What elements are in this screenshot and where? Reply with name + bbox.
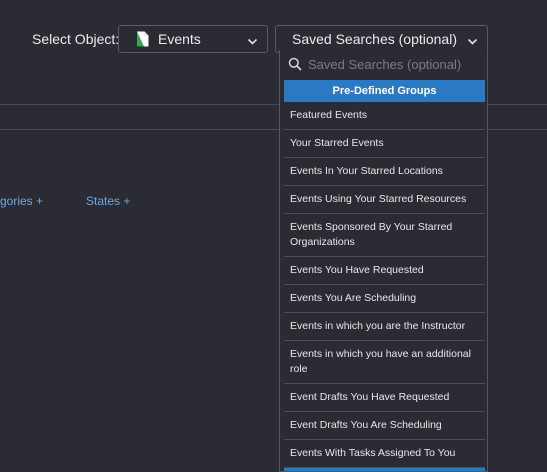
list-item[interactable]: Events Sponsored By Your Starred Organiz… xyxy=(284,214,485,257)
states-filter-link[interactable]: States + xyxy=(86,194,130,208)
list-item[interactable]: Events You Have Requested xyxy=(284,257,485,285)
group-header: Pre-Defined Groups xyxy=(284,80,485,102)
list-item[interactable]: Featured Events xyxy=(284,102,485,130)
list-item[interactable]: Your Starred Events xyxy=(284,130,485,158)
list-item[interactable]: Events With Tasks Assigned To You xyxy=(284,440,485,468)
list-item[interactable]: Event Drafts You Have Requested xyxy=(284,384,485,412)
dropdown-list: Featured Events Your Starred Events Even… xyxy=(284,102,485,471)
saved-searches-dropdown: Pre-Defined Groups Featured Events Your … xyxy=(279,50,488,472)
divider xyxy=(0,129,280,130)
saved-searches-value: Saved Searches (optional) xyxy=(292,31,457,47)
list-item[interactable]: Events In Your Starred Locations xyxy=(284,158,485,186)
list-item[interactable]: Events You Are Scheduling xyxy=(284,285,485,313)
saved-searches-select[interactable]: Saved Searches (optional) xyxy=(275,25,488,53)
list-item[interactable]: Event Drafts You Are Scheduling xyxy=(284,412,485,440)
select-object-label: Select Object: xyxy=(32,31,120,47)
saved-search-input[interactable] xyxy=(308,56,478,72)
divider xyxy=(0,104,280,105)
chevron-down-icon xyxy=(247,34,258,45)
list-item[interactable]: Events in which you are the Instructor xyxy=(284,313,485,341)
chevron-down-icon xyxy=(467,34,478,45)
list-item[interactable]: Events in which you have an additional r… xyxy=(284,341,485,384)
categories-filter-link[interactable]: gories + xyxy=(0,194,43,208)
object-select[interactable]: Events xyxy=(118,25,268,53)
search-icon xyxy=(288,57,302,71)
divider xyxy=(488,104,547,105)
object-select-value: Events xyxy=(158,31,201,47)
dropdown-search xyxy=(284,52,485,76)
list-item[interactable]: Events Using Your Starred Resources xyxy=(284,186,485,214)
document-icon xyxy=(136,31,149,47)
group-header-next xyxy=(284,468,485,471)
divider xyxy=(488,129,547,130)
page: Select Object: Events Saved Searches (op… xyxy=(0,0,547,472)
